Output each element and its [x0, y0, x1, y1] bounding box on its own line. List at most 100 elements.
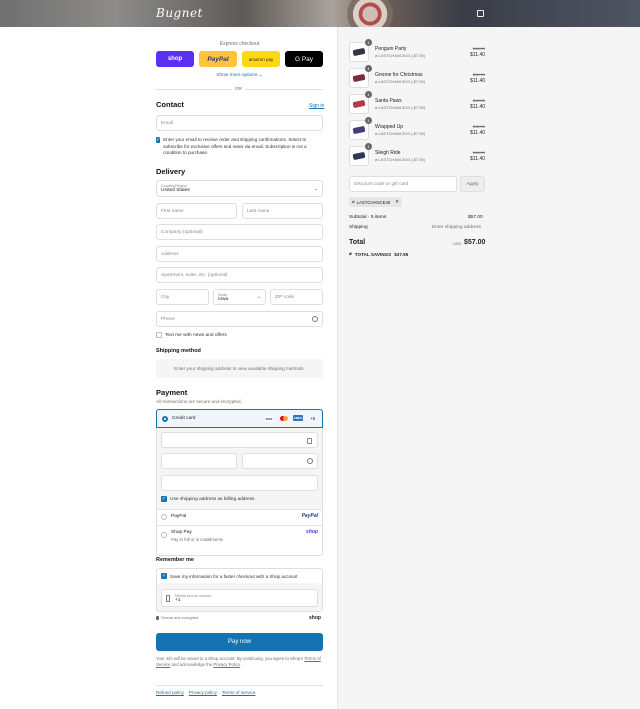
total-savings: ⌀ TOTAL SAVINGS $37.95	[349, 251, 408, 257]
email-optin-row[interactable]: ✓ Enter your email to receive order and …	[156, 137, 323, 157]
footer-divider	[156, 685, 323, 686]
remember-me-heading: Remember me	[156, 557, 194, 563]
apply-button[interactable]: Apply	[460, 176, 485, 192]
payment-heading: Payment	[156, 388, 188, 397]
total-label: Total	[349, 239, 366, 246]
paypal-radio[interactable]	[161, 514, 167, 520]
save-info-row[interactable]: ✓ Save my information for a faster check…	[161, 573, 297, 579]
address-field[interactable]: Address	[156, 246, 323, 262]
original-price: $18.99	[472, 46, 485, 51]
checkmark-icon[interactable]: ✓	[161, 496, 167, 502]
express-checkout-title: Express checkout	[219, 41, 260, 47]
help-icon[interactable]	[312, 316, 318, 322]
delivery-heading: Delivery	[156, 167, 186, 176]
item-name: Sleigh Ride	[375, 150, 401, 156]
shipping-label: Shipping	[349, 225, 368, 230]
show-more-options-link[interactable]: Show more options ⌄	[156, 73, 323, 78]
phone-icon	[166, 595, 170, 602]
google-pay-button[interactable]: G Pay	[285, 51, 323, 67]
save-info-label: Save my information for a faster checkou…	[170, 573, 298, 579]
header-banner: Bugnet	[0, 0, 640, 27]
card-number-field[interactable]	[161, 432, 318, 448]
legal-line: Your info will be saved to a Shop accoun…	[156, 656, 304, 661]
city-field[interactable]: City	[156, 289, 209, 305]
legal-text: Your info will be saved to a Shop accoun…	[156, 656, 326, 669]
amazon-pay-button[interactable]: amazon pay	[242, 51, 280, 67]
close-icon[interactable]: ✕	[395, 199, 399, 205]
store-logo[interactable]: Bugnet	[156, 6, 203, 20]
currency-label: USD	[453, 241, 462, 246]
email-field[interactable]: Email	[156, 115, 323, 131]
checkmark-icon[interactable]: ✓	[161, 573, 167, 579]
billing-same-row[interactable]: ✓ Use shipping address as billing addres…	[161, 496, 255, 502]
credit-card-option[interactable]: Credit card VISA AMEX +5	[156, 409, 323, 428]
last-name-field[interactable]: Last name	[242, 203, 323, 219]
text-me-row[interactable]: Text me with news and offers	[156, 332, 227, 338]
text-me-checkbox[interactable]	[156, 332, 162, 338]
item-name: Penguin Party	[375, 46, 407, 52]
item-price: $11.40	[470, 104, 485, 110]
pay-now-button[interactable]: Pay now	[156, 633, 323, 651]
shop-pay-button[interactable]: shop	[156, 51, 194, 67]
footer-links: Refund policy Privacy policy Terms of se…	[156, 690, 255, 695]
item-name: Gnome for Christmas	[375, 72, 423, 78]
total-value: $57.00	[464, 239, 486, 246]
shipping-method-heading: Shipping method	[156, 348, 201, 354]
country-select[interactable]: Country/Region United States ⌄	[156, 180, 323, 197]
item-discount: ⌀ LASTCHANCE40 (-$7.59)	[375, 79, 425, 84]
or-label: OR	[232, 86, 245, 91]
tag-icon: ⌀	[352, 199, 355, 204]
checkmark-icon[interactable]: ✓	[156, 137, 161, 143]
paypal-option[interactable]: PayPal PayPal	[156, 509, 323, 525]
lock-icon	[307, 438, 312, 444]
mobile-phone-field[interactable]: Mobile phone number +1	[161, 589, 318, 607]
item-discount: ⌀ LASTCHANCE40 (-$7.59)	[375, 157, 425, 162]
quantity-badge: 1	[365, 65, 372, 72]
secure-label: Secure and encrypted	[161, 616, 199, 620]
contact-heading: Contact	[156, 100, 184, 109]
mobile-label: Mobile phone number	[175, 593, 212, 598]
legal-end: .	[239, 662, 241, 668]
item-name: Wrapped Up	[375, 124, 403, 130]
privacy-policy-link[interactable]: Privacy policy	[189, 690, 217, 695]
item-discount: ⌀ LASTCHANCE40 (-$7.59)	[375, 105, 425, 110]
shipping-value: Enter shipping address	[432, 225, 482, 230]
state-select[interactable]: State Iowa ⌄	[213, 289, 266, 305]
terms-of-service-link[interactable]: Terms of service	[222, 690, 255, 695]
wreath-image	[344, 0, 402, 27]
more-cards-label: +5	[310, 416, 316, 421]
shop-pay-radio[interactable]	[161, 532, 167, 538]
name-on-card-field[interactable]	[161, 475, 318, 491]
visa-icon: VISA	[264, 416, 274, 422]
applied-code-label: LASTCHANCE40	[356, 199, 391, 205]
subtotal-label: Subtotal · 5 items	[349, 215, 387, 220]
company-field[interactable]: Company (optional)	[156, 224, 323, 240]
phone-placeholder: Phone	[161, 316, 175, 322]
country-value: United States	[161, 188, 190, 193]
email-optin-label: Enter your email to receive order and sh…	[163, 137, 307, 155]
credit-card-label: Credit card	[172, 416, 196, 421]
paypal-button[interactable]: PayPal	[199, 51, 237, 67]
privacy-link[interactable]: Privacy Policy	[213, 662, 239, 667]
paypal-label: PayPal	[171, 514, 187, 519]
shop-pay-option[interactable]: Shop Pay Pay in full or in installments …	[156, 525, 323, 547]
credit-card-radio[interactable]	[162, 416, 168, 422]
help-icon[interactable]	[307, 458, 313, 464]
applied-code-chip: ⌀ LASTCHANCE40 ✕	[349, 197, 402, 207]
savings-value: $37.95	[394, 251, 409, 257]
security-code-field[interactable]	[242, 453, 318, 469]
expiration-field[interactable]	[161, 453, 237, 469]
apartment-field[interactable]: Apartment, suite, etc. (optional)	[156, 267, 323, 283]
first-name-field[interactable]: First name	[156, 203, 237, 219]
original-price: $18.99	[472, 72, 485, 77]
refund-policy-link[interactable]: Refund policy	[156, 690, 184, 695]
discount-code-field[interactable]: Discount code or gift card	[349, 176, 457, 192]
amex-icon: AMEX	[293, 415, 303, 421]
sign-in-link[interactable]: Sign in	[309, 103, 324, 109]
shop-pay-label: Shop Pay	[171, 530, 192, 535]
cart-bag-icon[interactable]	[477, 10, 484, 17]
phone-field[interactable]: Phone	[156, 311, 323, 327]
legal-mid: and acknowledge the	[171, 662, 213, 668]
mobile-value: +1	[175, 597, 181, 603]
zip-field[interactable]: ZIP code	[270, 289, 323, 305]
